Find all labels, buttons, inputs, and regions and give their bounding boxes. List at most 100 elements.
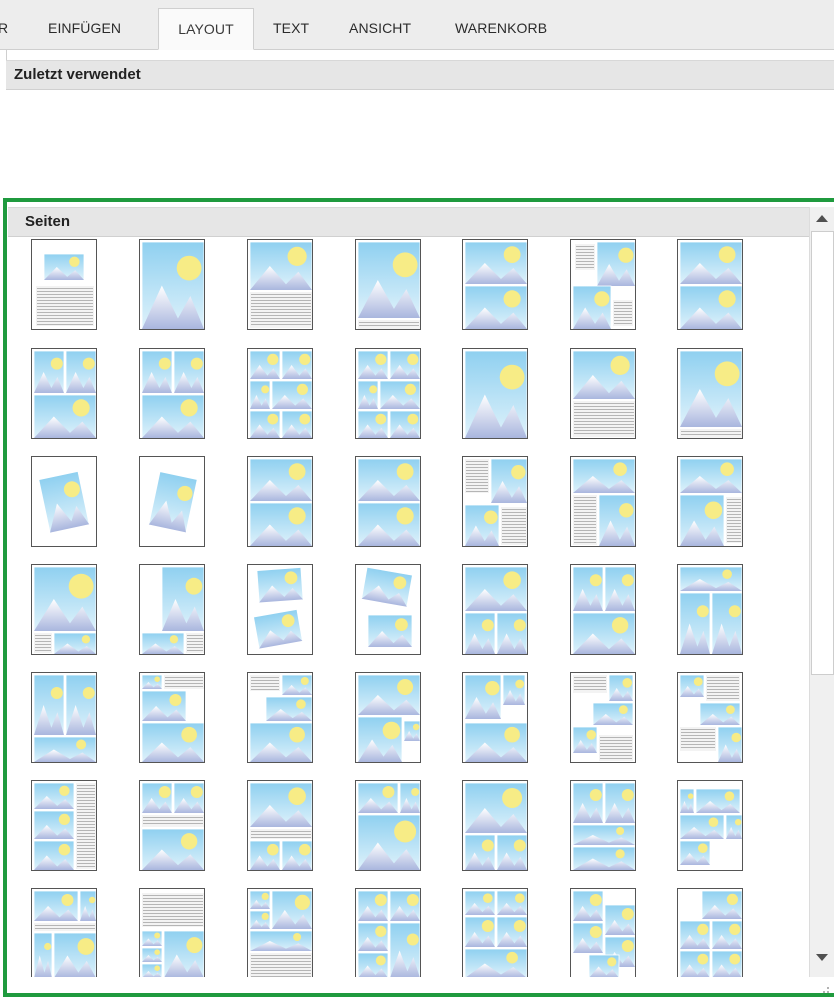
layout-preview-image: [572, 241, 635, 329]
layout-thumbnail[interactable]: [462, 348, 528, 439]
layout-thumbnail[interactable]: [355, 564, 421, 655]
layout-preview-image: [464, 566, 527, 654]
layout-preview-image: [249, 890, 312, 977]
layout-preview-image: [38, 470, 90, 534]
layout-preview-image: [249, 350, 312, 438]
layout-thumbnail[interactable]: [570, 780, 636, 871]
layout-thumbnail[interactable]: [139, 780, 205, 871]
resize-grip-icon[interactable]: [818, 982, 830, 994]
layout-thumbnail[interactable]: [139, 239, 205, 330]
layout-preview-image: [679, 788, 742, 866]
layout-preview-image: [572, 458, 635, 546]
layout-thumbnail[interactable]: [355, 348, 421, 439]
layout-preview-image: [141, 893, 204, 977]
layout-thumbnail[interactable]: [462, 672, 528, 763]
layout-thumbnail[interactable]: [139, 456, 205, 547]
layout-preview-image: [36, 253, 94, 326]
layout-preview-image: [679, 566, 742, 654]
layout-thumbnail[interactable]: [31, 348, 97, 439]
layout-preview-image: [33, 674, 96, 762]
layout-thumbnail[interactable]: [355, 672, 421, 763]
layout-preview-image: [464, 241, 527, 329]
layout-thumbnail[interactable]: [31, 780, 97, 871]
layout-preview-image: [33, 566, 96, 654]
layout-thumbnail[interactable]: [139, 564, 205, 655]
layout-preview-image: [464, 458, 527, 546]
layout-thumbnail[interactable]: [31, 564, 97, 655]
layout-thumbnail[interactable]: [247, 780, 313, 871]
layout-preview-image: [464, 782, 527, 870]
layout-thumbnail[interactable]: [570, 888, 636, 977]
layout-thumbnail[interactable]: [677, 456, 743, 547]
layout-preview-image: [679, 241, 742, 329]
layout-thumbnail[interactable]: [570, 239, 636, 330]
layout-preview-image: [33, 350, 96, 438]
layout-thumbnail[interactable]: [677, 780, 743, 871]
layout-thumbnail[interactable]: [462, 780, 528, 871]
layout-preview-image: [679, 458, 742, 546]
layout-preview-image: [572, 350, 635, 437]
layout-thumbnail[interactable]: [355, 888, 421, 977]
layout-preview-image: [249, 241, 312, 328]
layout-thumbnail[interactable]: [139, 672, 205, 763]
layout-preview-image: [357, 890, 420, 977]
layout-thumbnail[interactable]: [677, 672, 743, 763]
layout-thumbnail[interactable]: [677, 239, 743, 330]
layout-thumbnail[interactable]: [462, 456, 528, 547]
layout-preview-image: [572, 566, 635, 654]
layout-thumbnail[interactable]: [247, 888, 313, 977]
layout-thumbnail[interactable]: [355, 456, 421, 547]
layout-preview-image: [357, 458, 420, 546]
layout-preview-image: [679, 890, 742, 977]
layout-preview-image: [253, 567, 304, 650]
layout-preview-image: [357, 674, 420, 762]
layout-thumbnail[interactable]: [677, 564, 743, 655]
layout-thumbnail[interactable]: [247, 348, 313, 439]
layout-preview-image: [357, 241, 420, 329]
layout-preview-image: [141, 350, 204, 438]
layout-preview-image: [148, 471, 198, 533]
layout-preview-image: [249, 458, 312, 546]
layout-preview-image: [141, 782, 204, 870]
layout-thumbnail[interactable]: [570, 672, 636, 763]
layout-grid: [0, 0, 834, 977]
layout-thumbnail[interactable]: [355, 780, 421, 871]
layout-thumbnail[interactable]: [31, 888, 97, 977]
layout-thumbnail[interactable]: [247, 672, 313, 763]
layout-thumbnail[interactable]: [677, 888, 743, 977]
layout-thumbnail[interactable]: [31, 672, 97, 763]
layout-preview-image: [572, 782, 635, 870]
layout-thumbnail[interactable]: [247, 456, 313, 547]
layout-preview-image: [679, 674, 742, 762]
layout-preview-image: [572, 890, 635, 977]
layout-preview-image: [249, 782, 312, 870]
layout-thumbnail[interactable]: [355, 239, 421, 330]
layout-preview-image: [464, 350, 527, 438]
layout-preview-image: [572, 674, 634, 761]
layout-thumbnail[interactable]: [139, 888, 205, 977]
layout-preview-image: [679, 350, 742, 438]
layout-preview-image: [464, 890, 527, 977]
layout-preview-image: [141, 674, 204, 762]
layout-thumbnail[interactable]: [31, 456, 97, 547]
layout-thumbnail[interactable]: [462, 888, 528, 977]
layout-thumbnail[interactable]: [570, 456, 636, 547]
layout-thumbnail[interactable]: [247, 564, 313, 655]
layout-preview-image: [141, 241, 204, 329]
layout-thumbnail[interactable]: [139, 348, 205, 439]
layout-preview-image: [361, 566, 413, 648]
layout-preview-image: [464, 674, 527, 762]
layout-preview-image: [141, 566, 204, 654]
layout-thumbnail[interactable]: [570, 348, 636, 439]
layout-preview-image: [357, 782, 420, 870]
layout-thumbnail[interactable]: [462, 564, 528, 655]
layout-thumbnail[interactable]: [462, 239, 528, 330]
layout-preview-image: [33, 782, 96, 870]
layout-thumbnail[interactable]: [31, 239, 97, 330]
layout-preview-image: [249, 674, 312, 762]
layout-preview-image: [33, 890, 96, 977]
layout-preview-image: [357, 350, 420, 438]
layout-thumbnail[interactable]: [570, 564, 636, 655]
layout-thumbnail[interactable]: [677, 348, 743, 439]
layout-thumbnail[interactable]: [247, 239, 313, 330]
